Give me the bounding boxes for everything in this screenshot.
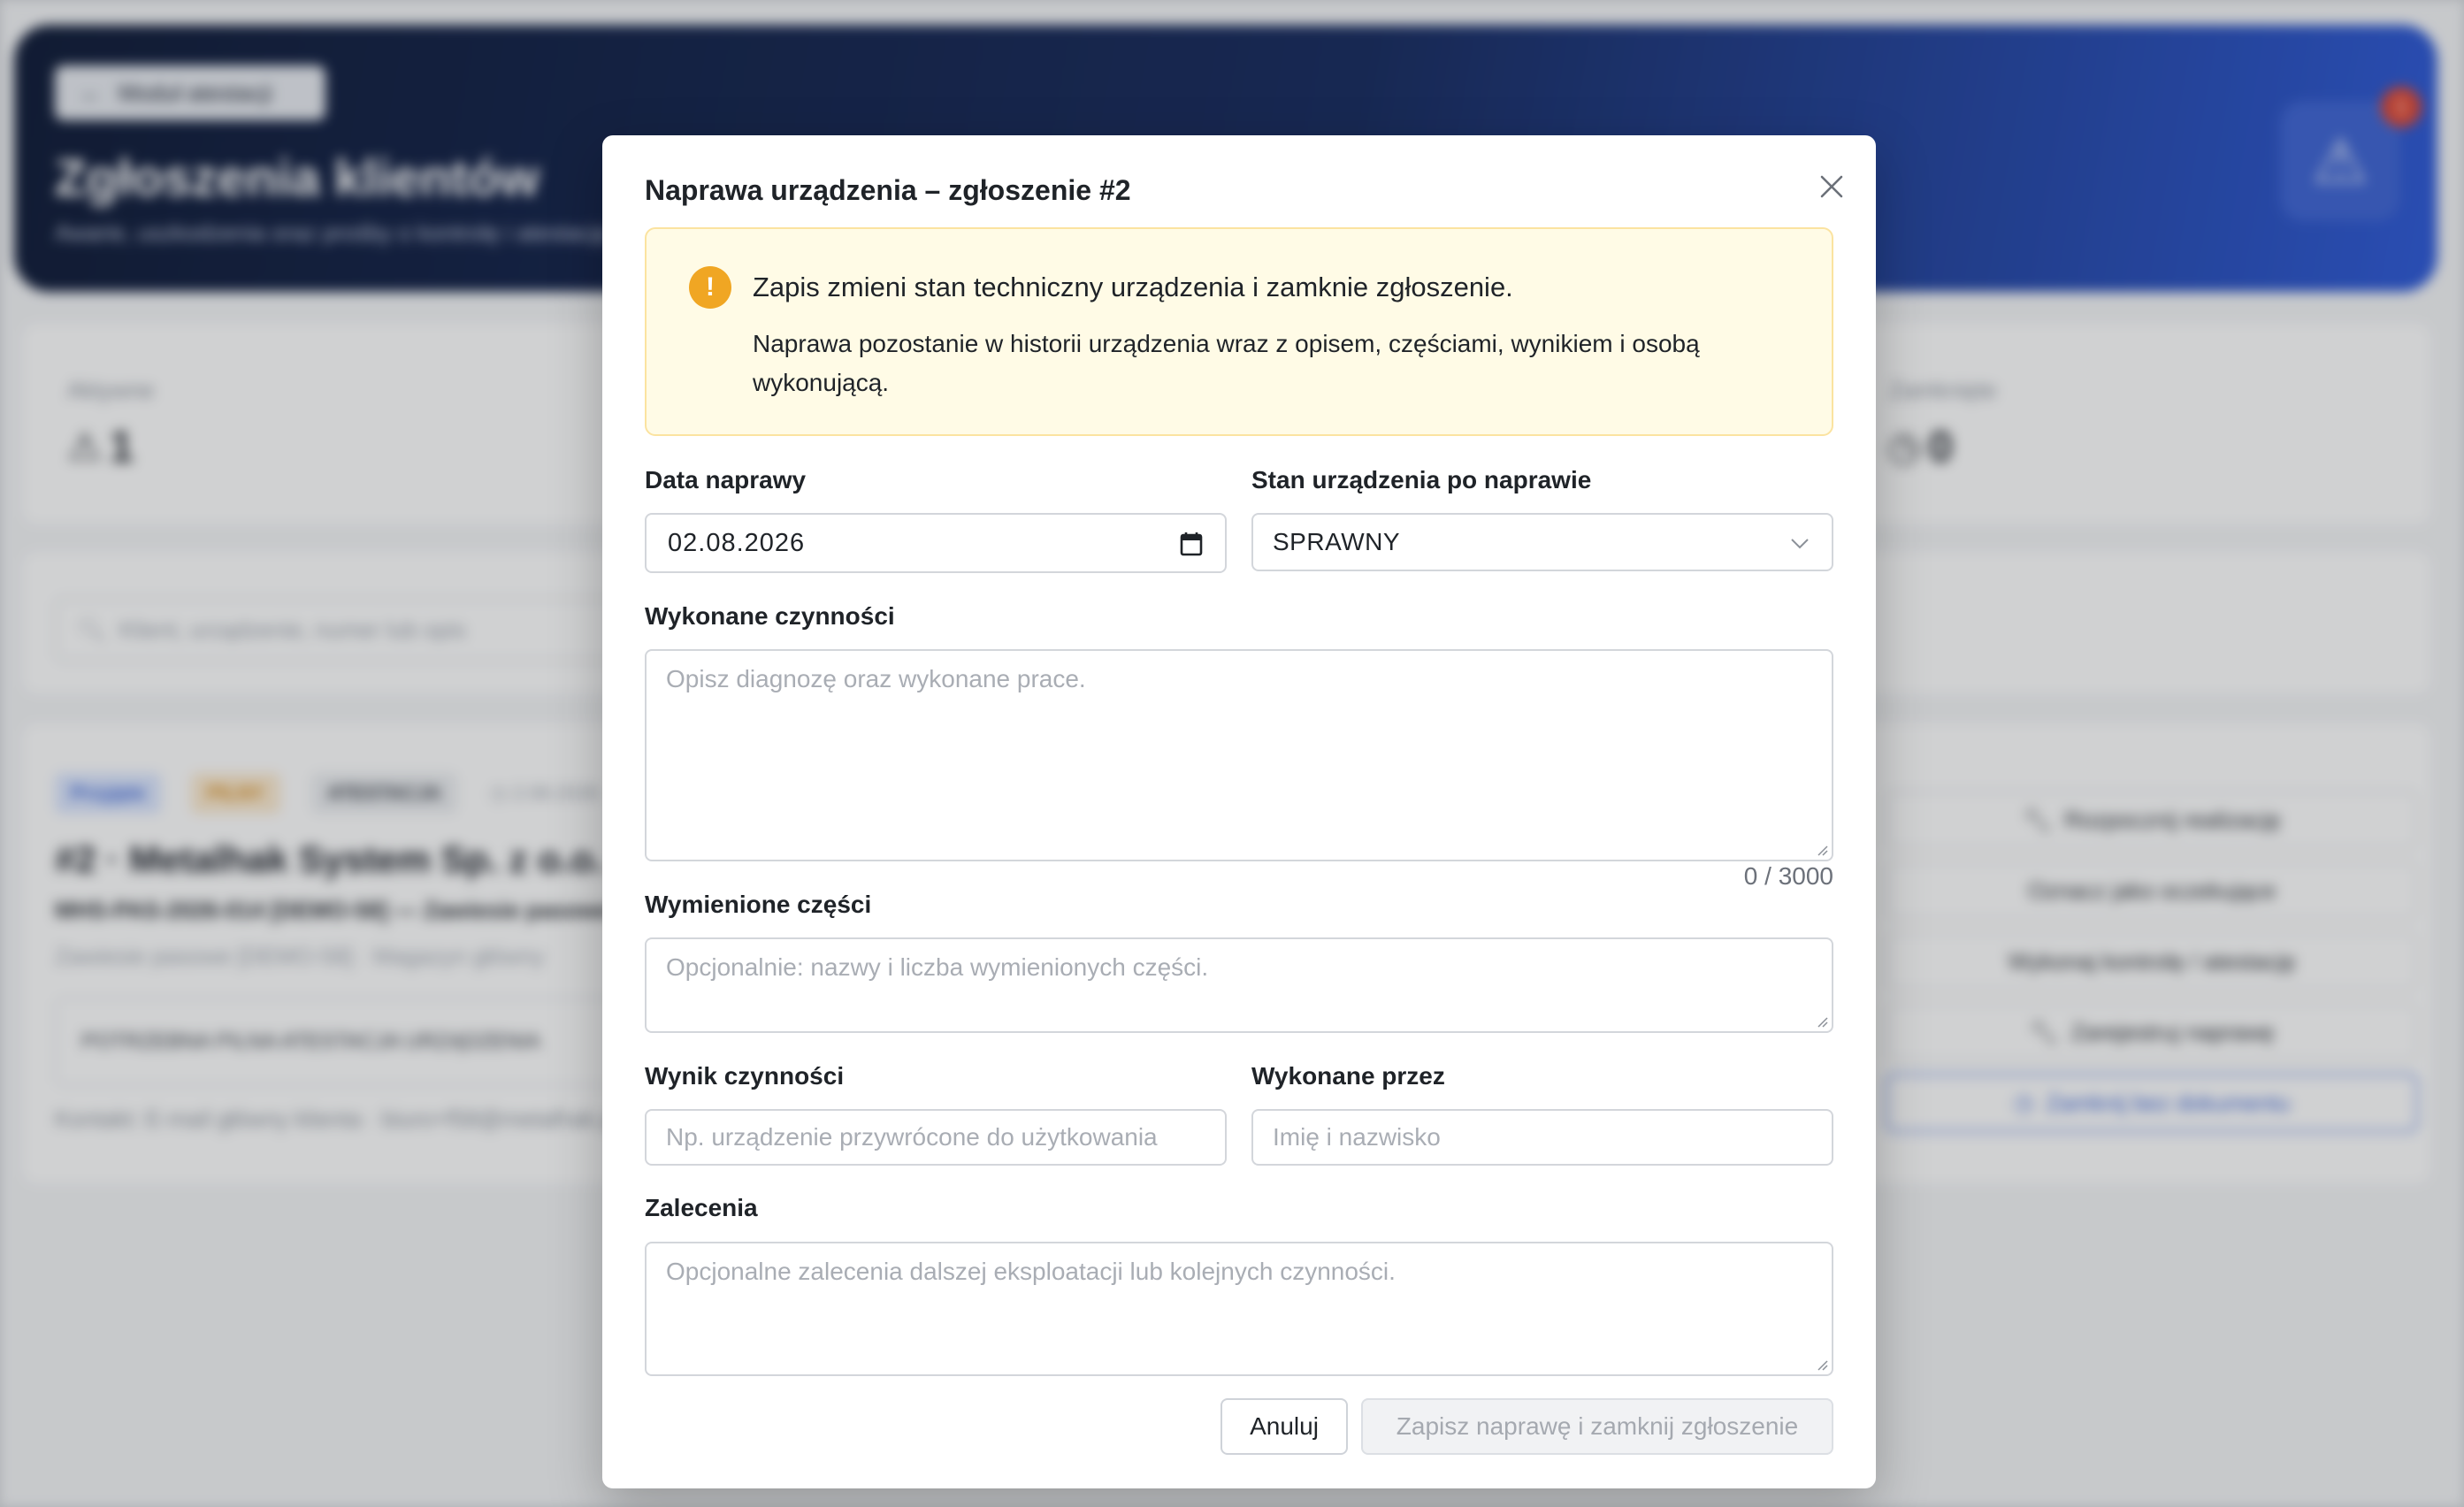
exclamation-icon: ! (689, 266, 731, 309)
device-state-value: SPRAWNY (1273, 528, 1401, 555)
work-done-field[interactable] (645, 649, 1833, 861)
chevron-down-icon (1791, 539, 1809, 549)
result-label: Wynik czynności (645, 1062, 845, 1090)
parts-label: Wymienione części (645, 891, 872, 918)
resize-grip-icon[interactable] (1816, 1015, 1828, 1028)
device-state-select[interactable]: SPRAWNY (1251, 513, 1833, 571)
repair-date-value: 02.08.2026 (668, 528, 806, 557)
save-repair-button[interactable]: Zapisz naprawę i zamknij zgłoszenie (1361, 1398, 1833, 1455)
performed-by-field[interactable] (1251, 1109, 1833, 1166)
result-input[interactable] (647, 1111, 1225, 1164)
repair-modal: Naprawa urządzenia – zgłoszenie #2 ! Zap… (602, 135, 1876, 1488)
close-button[interactable] (1807, 162, 1856, 211)
resize-grip-icon[interactable] (1816, 844, 1828, 856)
repair-date-input[interactable]: 02.08.2026 (645, 513, 1227, 573)
calendar-icon[interactable] (1179, 531, 1204, 557)
recommendations-textarea[interactable] (647, 1243, 1832, 1374)
warning-title: Zapis zmieni stan techniczny urządzenia … (753, 272, 1513, 302)
close-icon (1820, 175, 1843, 198)
parts-field[interactable] (645, 937, 1833, 1033)
warning-text: Naprawa pozostanie w historii urządzenia… (753, 330, 1700, 396)
parts-textarea[interactable] (647, 939, 1832, 1031)
performed-by-label: Wykonane przez (1251, 1062, 1445, 1090)
warning-alert: ! Zapis zmieni stan techniczny urządzeni… (645, 227, 1833, 436)
character-counter: 0 / 3000 (1743, 862, 1833, 890)
modal-title: Naprawa urządzenia – zgłoszenie #2 (645, 174, 1131, 206)
recommendations-field[interactable] (645, 1242, 1833, 1376)
repair-date-label: Data naprawy (645, 466, 807, 493)
resize-grip-icon[interactable] (1816, 1358, 1828, 1371)
cancel-button[interactable]: Anuluj (1221, 1398, 1348, 1455)
device-state-label: Stan urządzenia po naprawie (1251, 466, 1592, 493)
recommendations-label: Zalecenia (645, 1194, 758, 1221)
result-field[interactable] (645, 1109, 1227, 1166)
performed-by-input[interactable] (1253, 1111, 1832, 1164)
work-done-label: Wykonane czynności (645, 602, 895, 630)
work-done-textarea[interactable] (647, 651, 1832, 860)
